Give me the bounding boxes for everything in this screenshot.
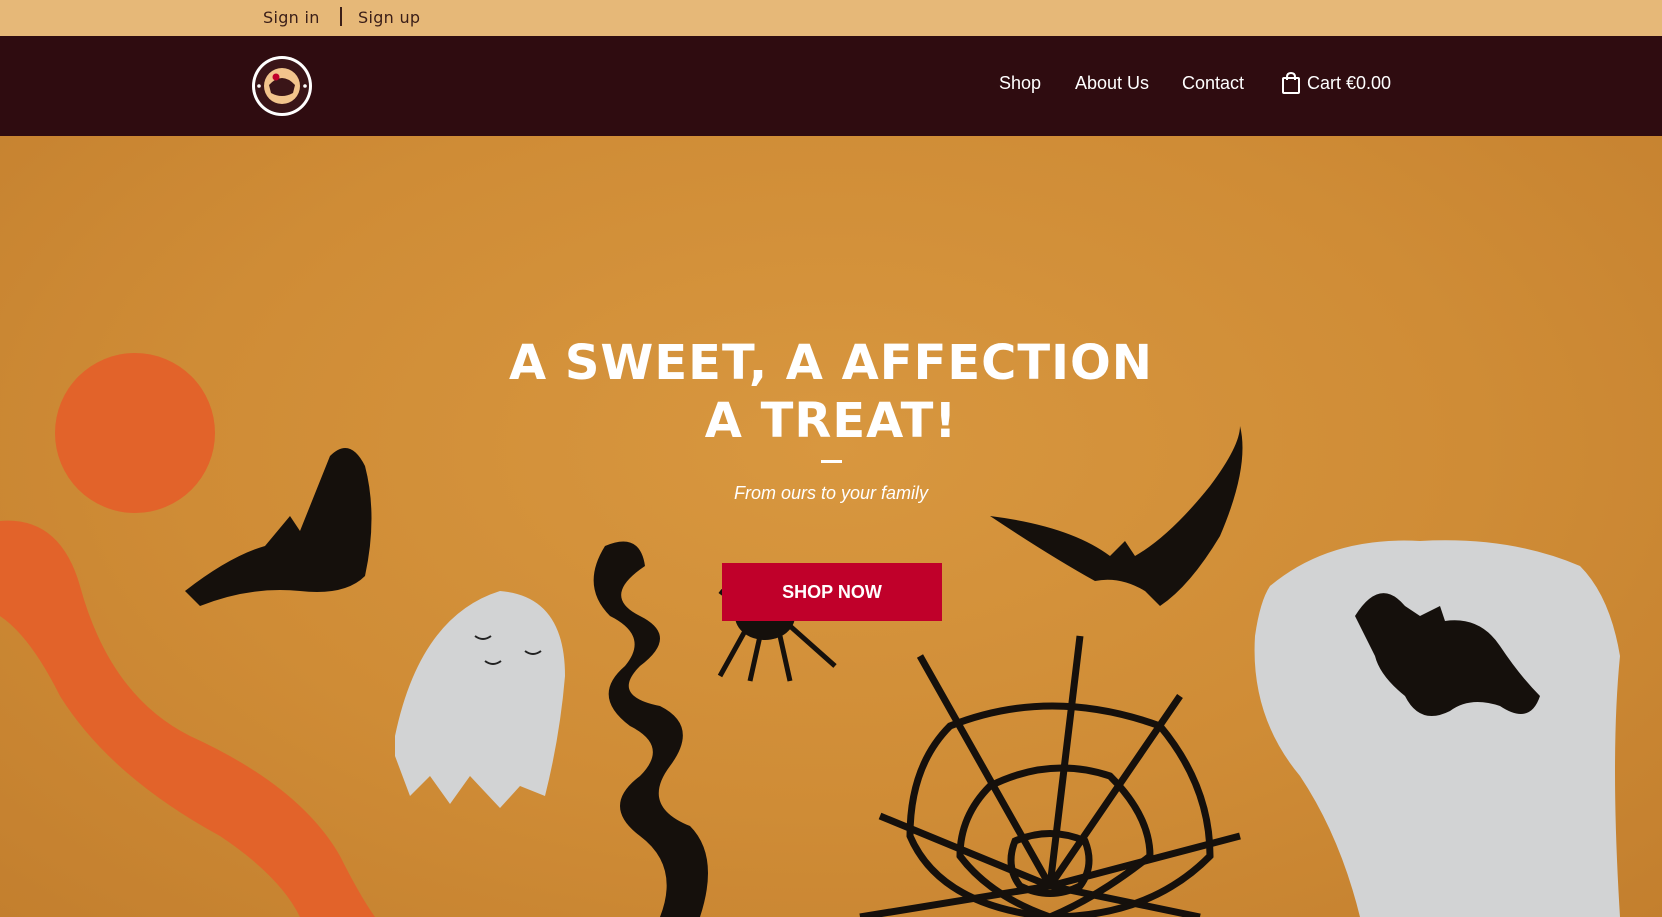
candy-cake-logo-icon[interactable] bbox=[251, 55, 313, 117]
hero-banner: A SWEET, A AFFECTION A TREAT! From ours … bbox=[0, 136, 1662, 917]
sign-in-link[interactable]: Sign in bbox=[263, 8, 320, 27]
top-account-bar: Sign in Sign up bbox=[0, 0, 1662, 36]
hero-subtitle: From ours to your family bbox=[733, 483, 929, 503]
hero-title-line-2: A TREAT! bbox=[704, 393, 958, 449]
nav-contact[interactable]: Contact bbox=[1182, 73, 1244, 94]
sign-up-link[interactable]: Sign up bbox=[358, 8, 420, 27]
nav-shop[interactable]: Shop bbox=[999, 73, 1041, 94]
nav-about-us[interactable]: About Us bbox=[1075, 73, 1149, 94]
hero-title: A SWEET, A AFFECTION A TREAT! bbox=[381, 334, 1281, 450]
title-divider bbox=[821, 460, 842, 463]
cart-link[interactable]: Cart €0.00 bbox=[1307, 73, 1391, 94]
halloween-decorations-image bbox=[0, 353, 1620, 917]
shopping-bag-icon[interactable] bbox=[1281, 71, 1301, 99]
divider bbox=[340, 7, 342, 26]
shop-now-button[interactable]: SHOP NOW bbox=[722, 563, 942, 621]
main-navbar: Shop About Us Contact Cart €0.00 bbox=[0, 36, 1662, 136]
hero-title-line-1: A SWEET, A AFFECTION bbox=[509, 335, 1153, 391]
